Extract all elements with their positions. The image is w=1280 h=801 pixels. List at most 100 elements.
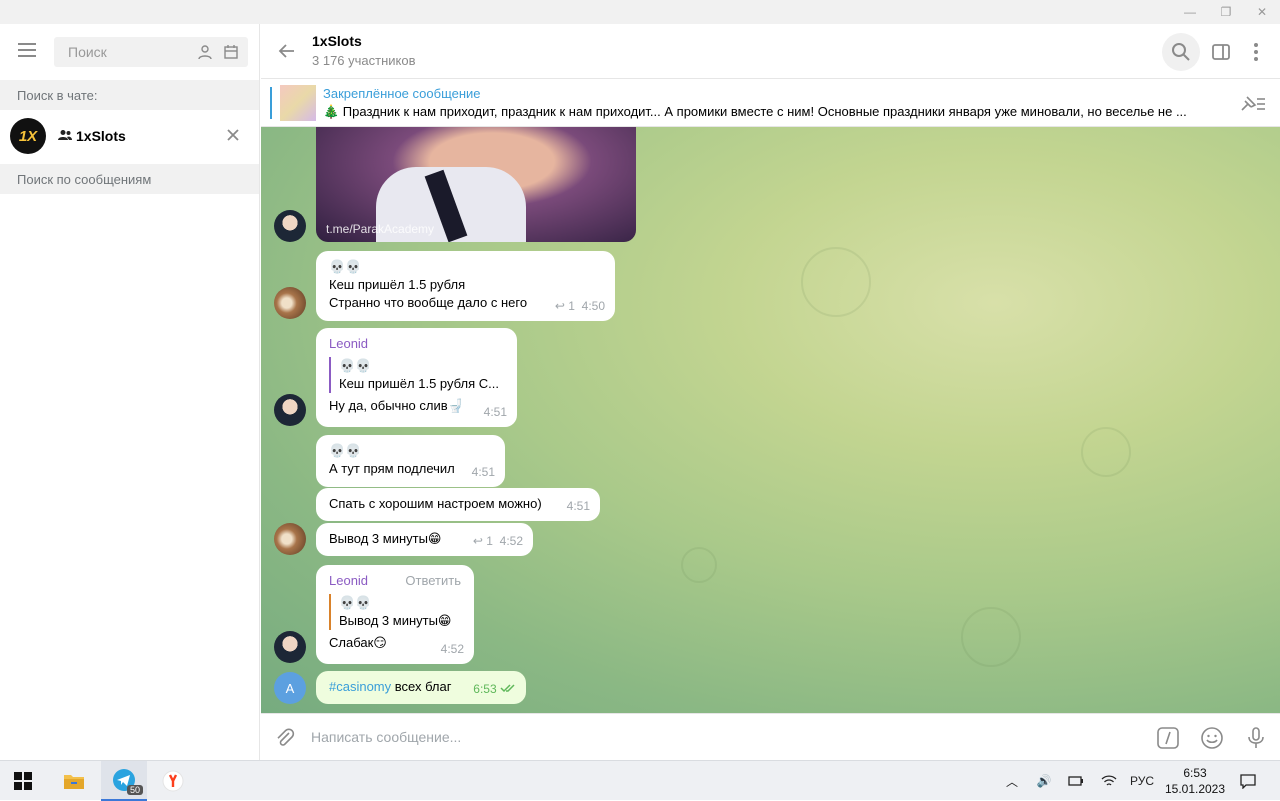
own-message-bubble[interactable]: #casinomy всех благ 6:53 [316, 671, 526, 704]
microphone-icon[interactable] [1244, 726, 1268, 750]
double-check-icon [500, 684, 515, 693]
message-time: 4:51 [483, 405, 507, 419]
avatar-user[interactable] [274, 287, 306, 319]
more-vertical-icon [1254, 43, 1258, 61]
quote-text: Кеш пришёл 1.5 рубля С... [339, 376, 499, 391]
pinned-text: 🎄 Праздник к нам приходит, праздник к на… [323, 104, 1187, 119]
message-bubble[interactable]: Спать с хорошим настроем можно) 4:51 [316, 488, 600, 521]
start-button[interactable] [0, 761, 46, 801]
message-author[interactable]: Leonid [329, 572, 368, 590]
message-meta: ↩ 1 4:50 [554, 299, 605, 313]
windows-icon [14, 772, 32, 790]
avatar-own[interactable]: A [274, 672, 306, 704]
clock-time: 6:53 [1183, 766, 1207, 780]
unread-badge: 50 [127, 785, 144, 795]
chat-avatar: 1X [10, 118, 46, 154]
message-author[interactable]: Leonid [329, 335, 504, 353]
calendar-icon[interactable] [223, 44, 239, 60]
network-icon[interactable] [1099, 771, 1119, 791]
more-button[interactable] [1237, 33, 1275, 71]
yandex-browser-button[interactable] [150, 761, 196, 801]
quote-text: Вывод 3 минуты😁 [339, 613, 452, 628]
found-chat-item[interactable]: 1X 1xSlots [0, 110, 259, 162]
message-bubble[interactable]: Leonid Ответить 💀💀 Вывод 3 минуты😁 Слаба… [316, 565, 474, 664]
clock-date: 15.01.2023 [1164, 782, 1226, 796]
message-emoji: 💀💀 [329, 259, 362, 274]
chat-title[interactable]: 1xSlots [312, 33, 362, 49]
message-bubble[interactable]: 💀💀 А тут прям подлечил 4:51 [316, 435, 505, 487]
message-composer: Написать сообщение... [261, 713, 1280, 760]
image-message[interactable]: t.me/ParakAcademy [316, 127, 636, 242]
avatar-leonid[interactable] [274, 394, 306, 426]
message-input[interactable]: Написать сообщение... [311, 729, 461, 745]
message-bubble[interactable]: Leonid 💀💀 Кеш пришёл 1.5 рубля С... Ну д… [316, 328, 517, 427]
emoji-icon[interactable] [1200, 726, 1224, 750]
volume-icon[interactable]: 🔊 [1034, 771, 1054, 791]
language-indicator[interactable]: РУС [1126, 771, 1158, 791]
notifications-icon[interactable] [1238, 771, 1258, 791]
quoted-message[interactable]: 💀💀 Вывод 3 минуты😁 [329, 594, 461, 630]
message-meta: 6:53 [473, 680, 516, 698]
message-bubble[interactable]: Вывод 3 минуты😁 ↩ 1 4:52 [316, 523, 533, 556]
chat-header: 1xSlots 3 176 участников [261, 24, 1280, 79]
reply-icon[interactable]: ↩ 1 [555, 299, 575, 313]
battery-icon[interactable] [1066, 771, 1086, 791]
message-time: 4:51 [471, 465, 495, 479]
telegram-taskbar-button[interactable]: 50 [101, 761, 147, 801]
messages-area[interactable]: t.me/ParakAcademy 💀💀 Кеш пришёл 1.5 рубл… [261, 127, 1280, 713]
message-text: Кеш пришёл 1.5 рубля [329, 277, 466, 292]
yandex-icon [162, 770, 184, 792]
message-header: Leonid Ответить [329, 572, 461, 590]
image-link[interactable]: t.me/ParakAcademy [326, 222, 434, 236]
search-messages-label[interactable]: Поиск по сообщениям [0, 164, 259, 194]
tray-chevron-icon[interactable]: ︿ [1002, 771, 1022, 791]
chat-member-count: 3 176 участников [312, 53, 416, 68]
quote-emoji: 💀💀 [339, 595, 372, 610]
group-icon [58, 130, 72, 140]
reply-button[interactable]: Ответить [405, 572, 461, 590]
close-icon[interactable] [224, 126, 242, 144]
background-doodle [1081, 427, 1131, 477]
window-titlebar: — ❐ ✕ [0, 0, 1280, 24]
menu-icon[interactable] [16, 43, 38, 57]
pinned-title: Закреплённое сообщение [323, 86, 481, 101]
restore-button[interactable]: ❐ [1208, 0, 1244, 24]
message-time: 4:52 [440, 642, 464, 656]
taskbar: 50 ︿ 🔊 РУС 6:53 15.01.2023 [0, 760, 1280, 801]
message-text: А тут прям подлечил [329, 461, 455, 476]
file-explorer-button[interactable] [51, 761, 97, 801]
minimize-button[interactable]: — [1172, 0, 1208, 24]
pin-list-icon[interactable] [1239, 93, 1267, 113]
back-arrow-icon[interactable] [277, 41, 297, 61]
quote-emoji: 💀💀 [339, 358, 372, 373]
avatar-leonid[interactable] [274, 631, 306, 663]
user-icon[interactable] [197, 44, 213, 60]
message-text: Спать с хорошим настроем можно) [329, 496, 542, 511]
message-emoji: 💀💀 [329, 443, 362, 458]
search-placeholder: Поиск [68, 44, 107, 60]
search-button[interactable] [1162, 33, 1200, 71]
pinned-thumbnail [280, 85, 316, 121]
avatar-user[interactable] [274, 523, 306, 555]
quoted-message[interactable]: 💀💀 Кеш пришёл 1.5 рубля С... [329, 357, 504, 393]
background-doodle [961, 607, 1021, 667]
commands-icon[interactable] [1156, 726, 1180, 750]
avatar-leonid[interactable] [274, 210, 306, 242]
sidebar-toggle-button[interactable] [1202, 33, 1240, 71]
pinned-message-bar[interactable]: Закреплённое сообщение 🎄 Праздник к нам … [261, 79, 1280, 127]
message-bubble[interactable]: 💀💀 Кеш пришёл 1.5 рубля Странно что вооб… [316, 251, 615, 321]
reply-icon[interactable]: ↩ 1 [473, 534, 493, 548]
search-in-chat-label: Поиск в чате: [0, 80, 259, 110]
folder-icon [64, 775, 84, 789]
message-time: 4:51 [566, 499, 590, 513]
close-window-button[interactable]: ✕ [1244, 0, 1280, 24]
message-text: Ну да, обычно слив🚽 [329, 398, 464, 413]
search-input[interactable]: Поиск [54, 37, 248, 67]
background-doodle [801, 247, 871, 317]
message-meta: ↩ 1 4:52 [472, 534, 523, 548]
clock[interactable]: 6:53 15.01.2023 [1160, 765, 1230, 797]
columns-icon [1212, 44, 1230, 60]
search-icon [1172, 43, 1190, 61]
attach-icon[interactable] [273, 726, 297, 750]
hashtag-link[interactable]: #casinomy [329, 679, 391, 694]
